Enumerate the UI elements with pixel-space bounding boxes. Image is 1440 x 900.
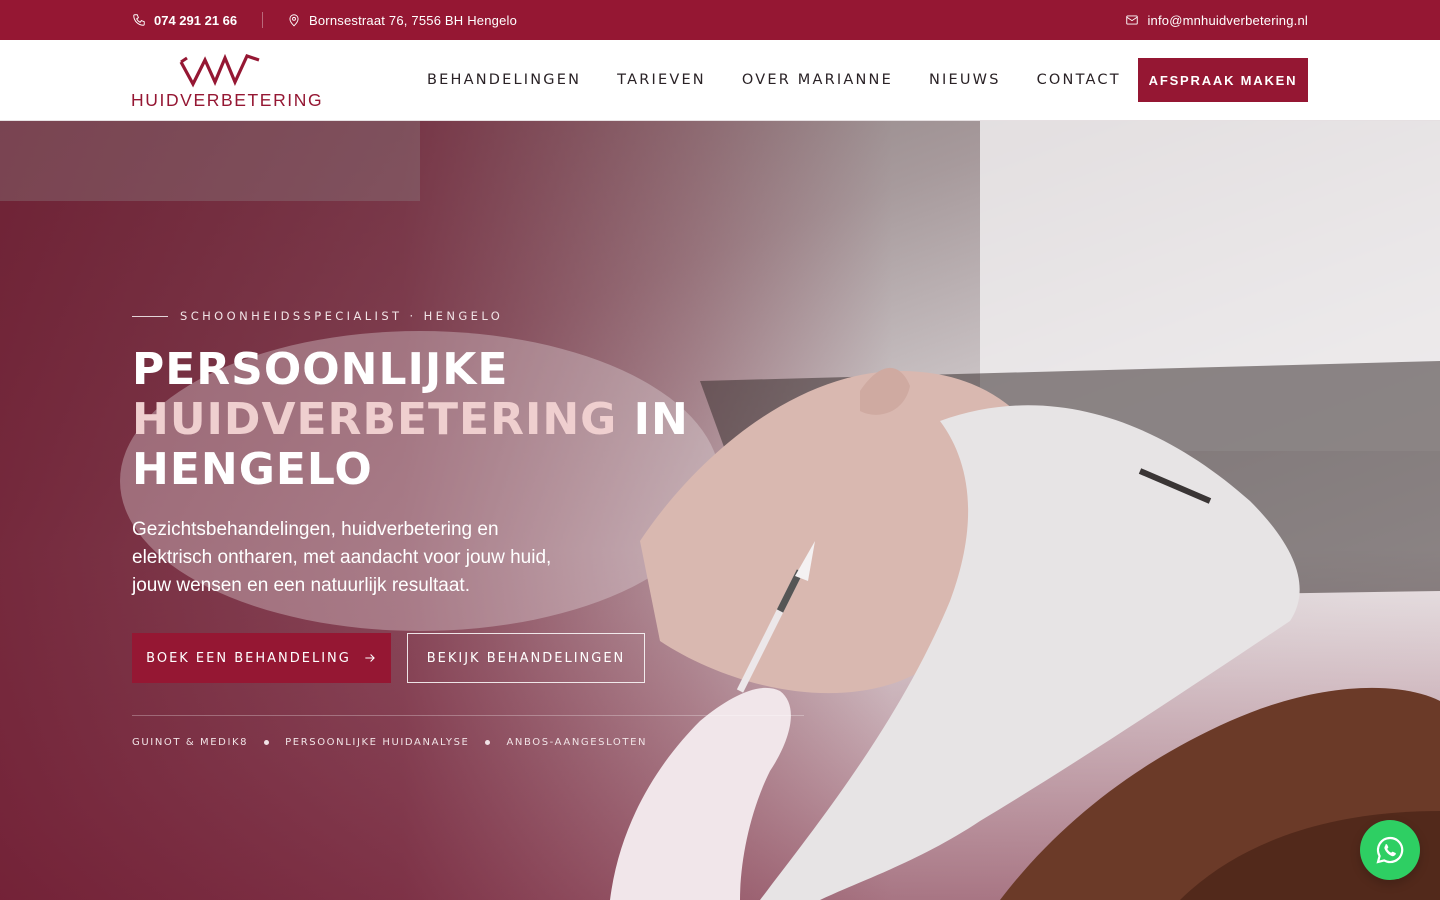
feature-item: GUINOT & MEDIK8 bbox=[132, 737, 249, 748]
nav-tarieven[interactable]: TARIEVEN bbox=[617, 72, 706, 88]
address-link[interactable]: Bornsestraat 76, 7556 BH Hengelo bbox=[287, 0, 517, 40]
hero-headline: PERSOONLIJKE HUIDVERBETERING IN HENGELO bbox=[132, 345, 732, 495]
eyebrow-text: SCHOONHEIDSSPECIALIST · HENGELO bbox=[180, 309, 504, 323]
email-link[interactable]: info@mnhuidverbetering.nl bbox=[1125, 0, 1308, 40]
headline-line-1: PERSOONLIJKE bbox=[132, 344, 509, 395]
logo[interactable]: HUIDVERBETERING bbox=[131, 54, 322, 110]
afspraak-maken-button[interactable]: AFSPRAAK MAKEN bbox=[1138, 58, 1308, 102]
nav-nieuws[interactable]: NIEUWS bbox=[929, 72, 1001, 88]
arrow-right-icon bbox=[365, 654, 375, 662]
feature-item: PERSOONLIJKE HUIDANALYSE bbox=[285, 737, 470, 748]
email-text: info@mnhuidverbetering.nl bbox=[1147, 12, 1308, 28]
mail-icon bbox=[1126, 15, 1139, 25]
headline-line-2-rest: IN bbox=[617, 394, 689, 445]
bullet-dot bbox=[485, 740, 491, 745]
phone-icon bbox=[133, 14, 145, 26]
hero-divider bbox=[132, 715, 804, 716]
feature-item: ANBOS-AANGESLOTEN bbox=[506, 737, 648, 748]
book-treatment-label: BOEK EEN BEHANDELING bbox=[146, 650, 351, 666]
hero-lead-text: Gezichtsbehandelingen, huidverbetering e… bbox=[132, 519, 552, 596]
hero-features: GUINOT & MEDIK8 PERSOONLIJKE HUIDANALYSE… bbox=[132, 737, 647, 748]
location-pin-icon bbox=[289, 14, 299, 27]
phone-link[interactable]: 074 291 21 66 bbox=[132, 0, 237, 40]
headline-accent: HUIDVERBETERING bbox=[132, 394, 618, 445]
eyebrow-line bbox=[132, 315, 168, 317]
address-text: Bornsestraat 76, 7556 BH Hengelo bbox=[309, 12, 518, 28]
topbar-divider bbox=[262, 12, 263, 28]
whatsapp-button[interactable] bbox=[1360, 820, 1420, 880]
hero-section: SCHOONHEIDSSPECIALIST · HENGELO PERSOONL… bbox=[0, 121, 1440, 900]
nav-contact[interactable]: CONTACT bbox=[1037, 72, 1121, 88]
book-treatment-button[interactable]: BOEK EEN BEHANDELING bbox=[132, 633, 391, 683]
headline-line-3: HENGELO bbox=[132, 444, 373, 495]
site-header: HUIDVERBETERING BEHANDELINGEN TARIEVEN O… bbox=[0, 40, 1440, 121]
logo-text: HUIDVERBETERING bbox=[131, 90, 324, 110]
whatsapp-icon bbox=[1376, 836, 1404, 864]
top-contact-bar: 074 291 21 66 Bornsestraat 76, 7556 BH H… bbox=[0, 0, 1440, 40]
nav-over-marianne[interactable]: OVER MARIANNE bbox=[742, 72, 893, 88]
phone-number: 074 291 21 66 bbox=[154, 12, 238, 28]
view-treatments-button[interactable]: BEKIJK BEHANDELINGEN bbox=[407, 633, 645, 683]
bullet-dot bbox=[264, 740, 270, 745]
main-nav: BEHANDELINGEN TARIEVEN OVER MARIANNE NIE… bbox=[427, 40, 1121, 120]
hero-background-image bbox=[0, 121, 1440, 900]
nav-behandelingen[interactable]: BEHANDELINGEN bbox=[427, 72, 581, 88]
mn-logo-mark bbox=[179, 54, 260, 88]
hero-eyebrow: SCHOONHEIDSSPECIALIST · HENGELO bbox=[132, 309, 503, 323]
